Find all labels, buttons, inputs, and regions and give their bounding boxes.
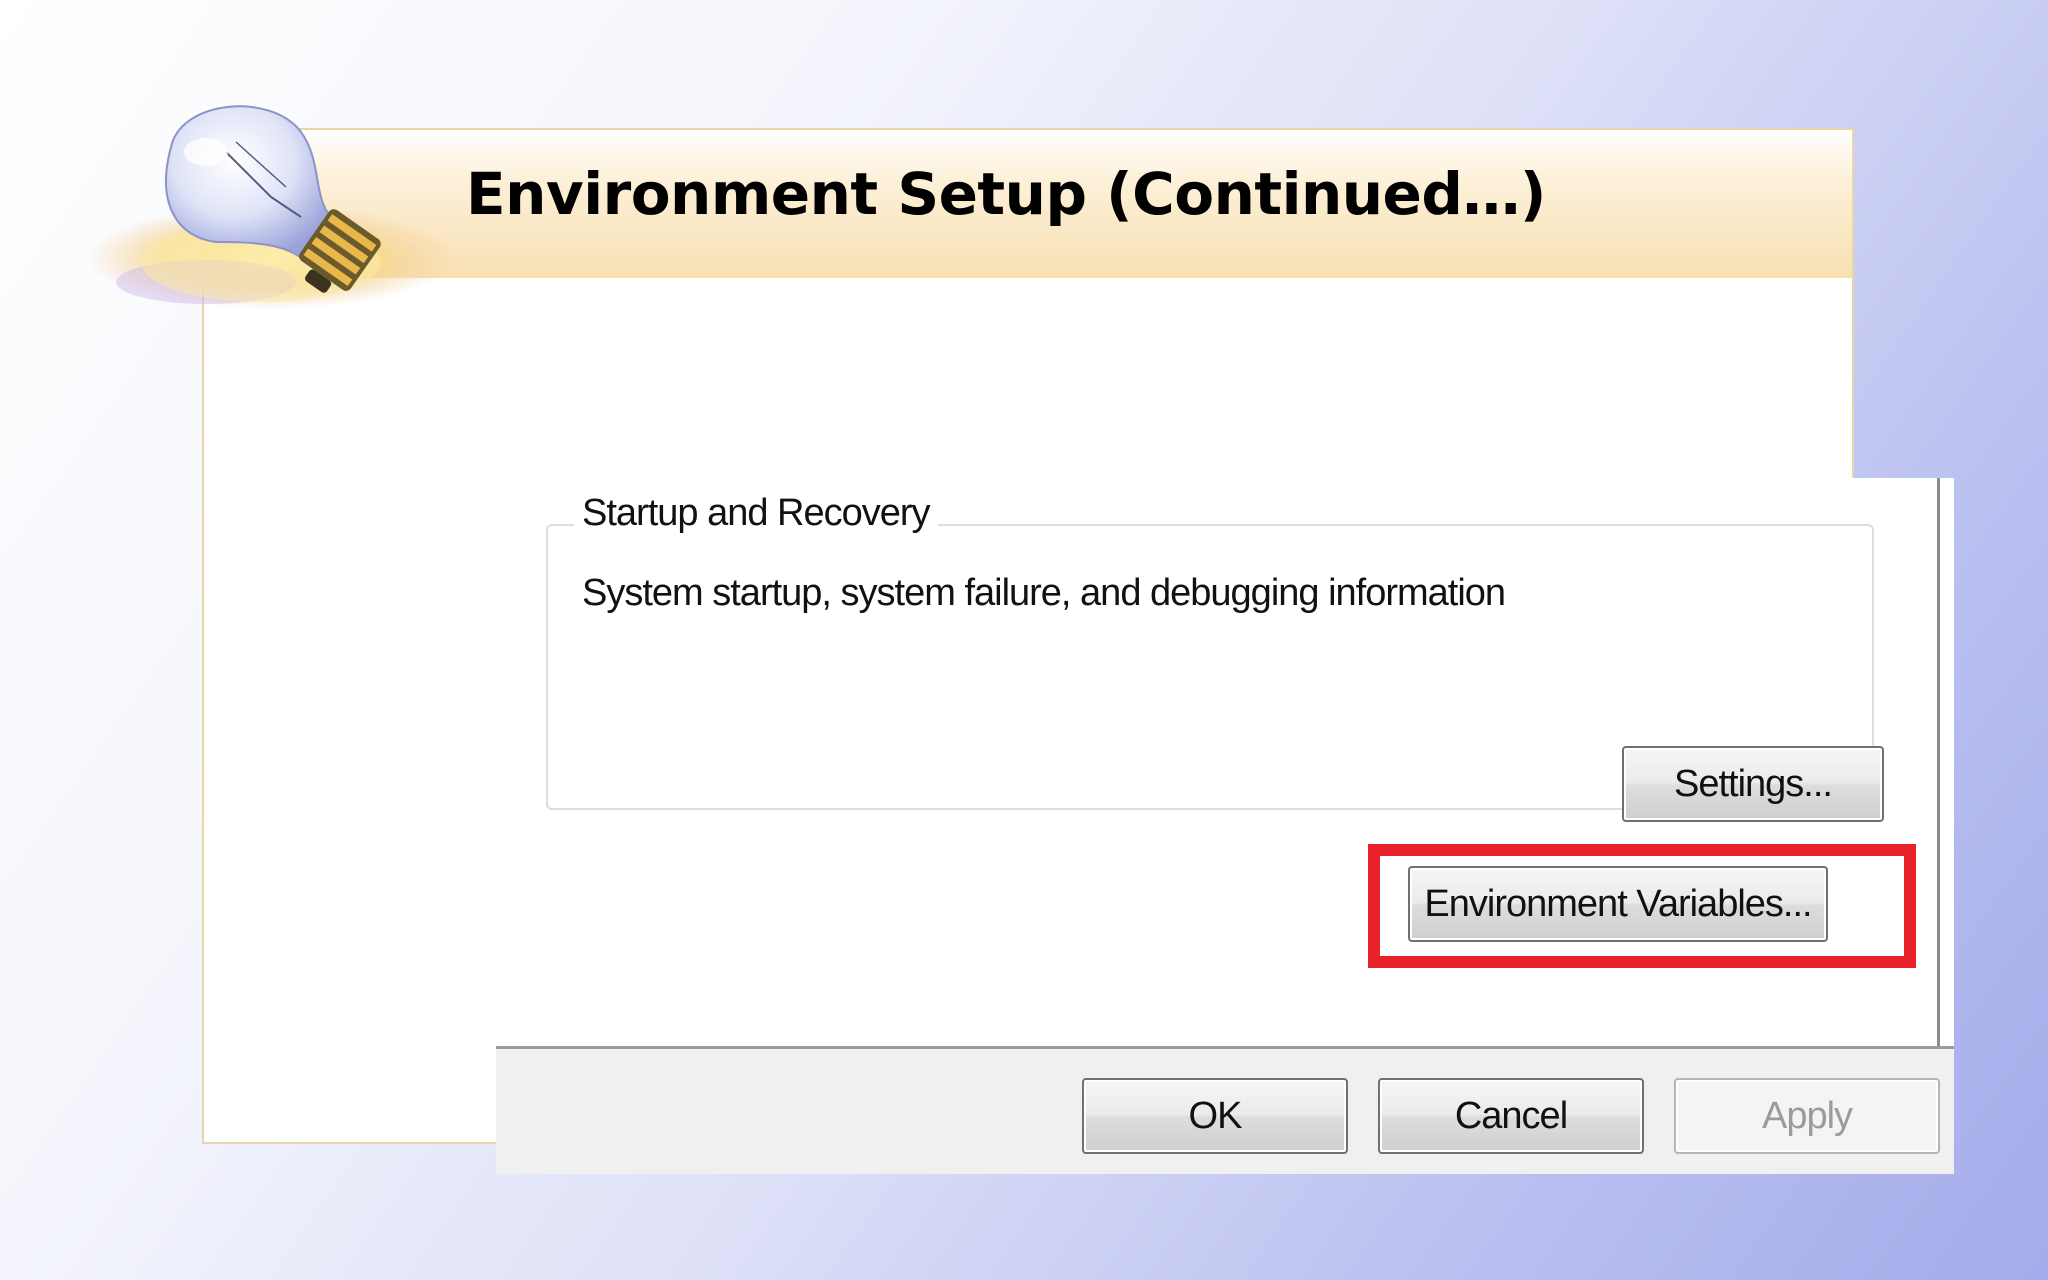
ok-button[interactable]: OK <box>1082 1078 1348 1154</box>
apply-button[interactable]: Apply <box>1674 1078 1940 1154</box>
group-description: System startup, system failure, and debu… <box>582 572 1506 614</box>
system-properties-dialog: Startup and Recovery System startup, sys… <box>496 478 1954 1174</box>
lightbulb-icon <box>86 105 456 309</box>
cancel-button[interactable]: Cancel <box>1378 1078 1644 1154</box>
settings-button[interactable]: Settings... <box>1622 746 1884 822</box>
dialog-border <box>1937 478 1940 1046</box>
group-title: Startup and Recovery <box>574 492 938 535</box>
startup-recovery-group: Startup and Recovery System startup, sys… <box>546 492 1884 822</box>
slide-title: Environment Setup (Continued…) <box>466 160 1546 228</box>
environment-variables-button[interactable]: Environment Variables... <box>1408 866 1828 942</box>
